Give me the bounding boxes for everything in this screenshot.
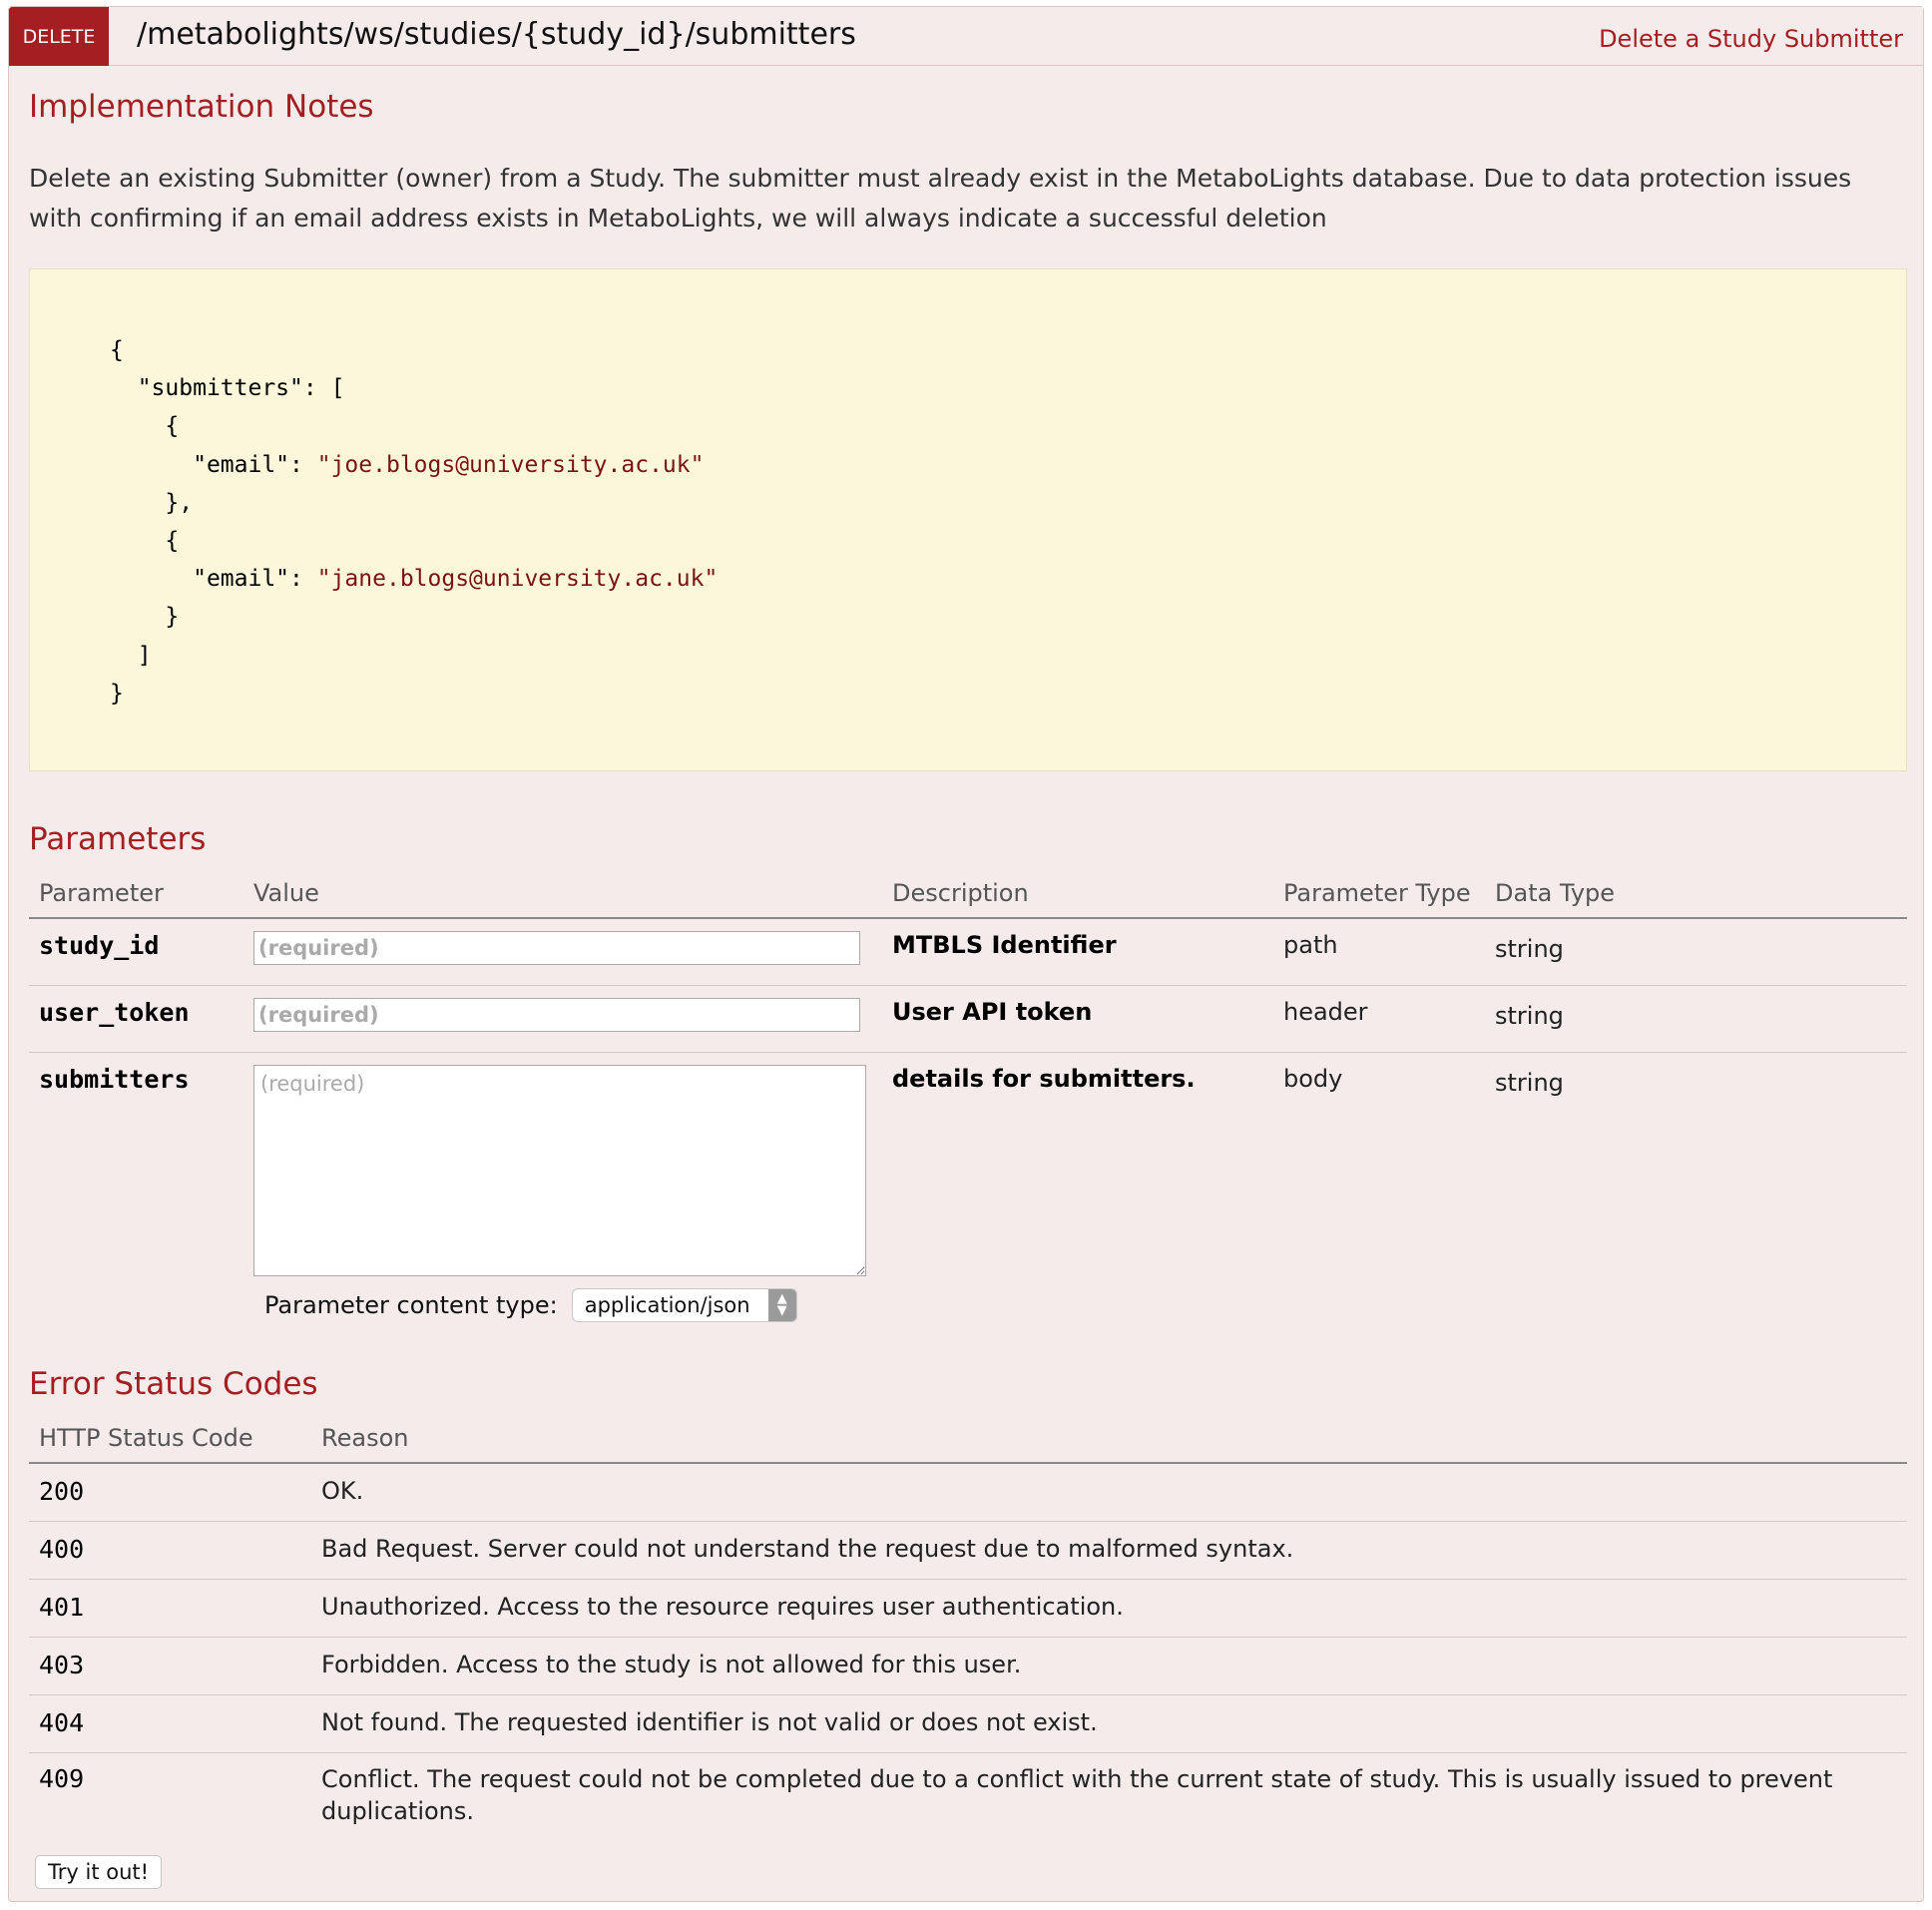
col-header-value: Value (243, 869, 882, 919)
operation-heading[interactable]: DELETE /metabolights/ws/studies/{study_i… (9, 7, 1923, 66)
error-row: 403 Forbidden. Access to the study is no… (29, 1637, 1907, 1695)
status-reason: Unauthorized. Access to the resource req… (321, 1592, 1124, 1621)
error-row: 200 OK. (29, 1463, 1907, 1522)
user-token-input[interactable] (253, 997, 860, 1032)
example-email-1: "joe.blogs@university.ac.uk" (316, 451, 705, 478)
param-data-type: string (1495, 1068, 1564, 1097)
status-reason: Bad Request. Server could not understand… (321, 1534, 1294, 1563)
param-type: body (1283, 1064, 1343, 1093)
error-row: 404 Not found. The requested identifier … (29, 1694, 1907, 1753)
errors-header-row: HTTP Status Code Reason (29, 1414, 1907, 1464)
status-code: 200 (39, 1477, 85, 1506)
param-type: path (1283, 931, 1338, 959)
content-type-label: Parameter content type: (264, 1291, 558, 1319)
status-code: 403 (39, 1650, 85, 1679)
example-json-code: { "submitters": [ { "email": "joe.blogs@… (110, 337, 719, 707)
param-description: details for submitters. (892, 1064, 1196, 1093)
error-status-codes-title: Error Status Codes (29, 1366, 318, 1402)
parameter-row-submitters: submitters details for submitters. body … (29, 1052, 1907, 1321)
param-name: submitters (39, 1064, 190, 1094)
status-reason: Forbidden. Access to the study is not al… (321, 1650, 1022, 1678)
implementation-notes-text: Delete an existing Submitter (owner) fro… (29, 164, 1852, 233)
error-row: 401 Unauthorized. Access to the resource… (29, 1579, 1907, 1638)
http-method-badge[interactable]: DELETE (9, 7, 109, 66)
parameters-table: Parameter Value Description Parameter Ty… (29, 869, 1907, 1321)
status-reason: OK. (321, 1477, 364, 1505)
status-code: 404 (39, 1707, 85, 1737)
error-row: 400 Bad Request. Server could not unders… (29, 1521, 1907, 1580)
param-name: user_token (39, 997, 190, 1027)
operation-summary-link[interactable]: Delete a Study Submitter (1599, 25, 1903, 53)
col-header-data-type: Data Type (1485, 869, 1907, 919)
status-reason: Not found. The requested identifier is n… (321, 1707, 1098, 1736)
col-header-status-code: HTTP Status Code (29, 1414, 311, 1464)
submitters-body-textarea[interactable] (253, 1064, 866, 1276)
example-json-block: { "submitters": [ { "email": "joe.blogs@… (29, 268, 1907, 771)
endpoint-path[interactable]: /metabolights/ws/studies/{study_id}/subm… (137, 17, 856, 52)
col-header-parameter: Parameter (29, 869, 243, 919)
col-header-reason: Reason (311, 1414, 1907, 1464)
error-row: 409 Conflict. The request could not be c… (29, 1752, 1907, 1838)
parameter-content-type-row: Parameter content type: application/json… (264, 1288, 797, 1322)
status-code: 409 (39, 1763, 85, 1793)
error-codes-table: HTTP Status Code Reason 200 OK. 400 Bad … (29, 1414, 1907, 1838)
col-header-description: Description (882, 869, 1273, 919)
parameter-row-study-id: study_id MTBLS Identifier path string (29, 918, 1907, 986)
parameter-row-user-token: user_token User API token header string (29, 985, 1907, 1053)
parameters-header-row: Parameter Value Description Parameter Ty… (29, 869, 1907, 919)
param-data-type: string (1495, 1001, 1564, 1030)
try-it-out-button[interactable]: Try it out! (35, 1855, 163, 1889)
status-code: 400 (39, 1534, 85, 1564)
status-reason: Conflict. The request could not be compl… (321, 1764, 1833, 1825)
example-email-2: "jane.blogs@university.ac.uk" (316, 566, 719, 593)
col-header-parameter-type: Parameter Type (1273, 869, 1485, 919)
param-description: MTBLS Identifier (892, 931, 1117, 959)
param-data-type: string (1495, 935, 1564, 963)
content-type-select[interactable]: application/json ▲ ▼ (571, 1288, 797, 1322)
param-name: study_id (39, 931, 160, 960)
chevron-updown-icon: ▲ ▼ (767, 1289, 796, 1321)
implementation-notes-title: Implementation Notes (29, 89, 374, 125)
param-type: header (1283, 997, 1368, 1026)
param-description: User API token (892, 997, 1093, 1026)
operation-panel: DELETE /metabolights/ws/studies/{study_i… (8, 6, 1924, 1902)
content-type-value: application/json (584, 1293, 750, 1317)
parameters-title: Parameters (29, 821, 207, 857)
study-id-input[interactable] (253, 931, 860, 965)
status-code: 401 (39, 1592, 85, 1622)
